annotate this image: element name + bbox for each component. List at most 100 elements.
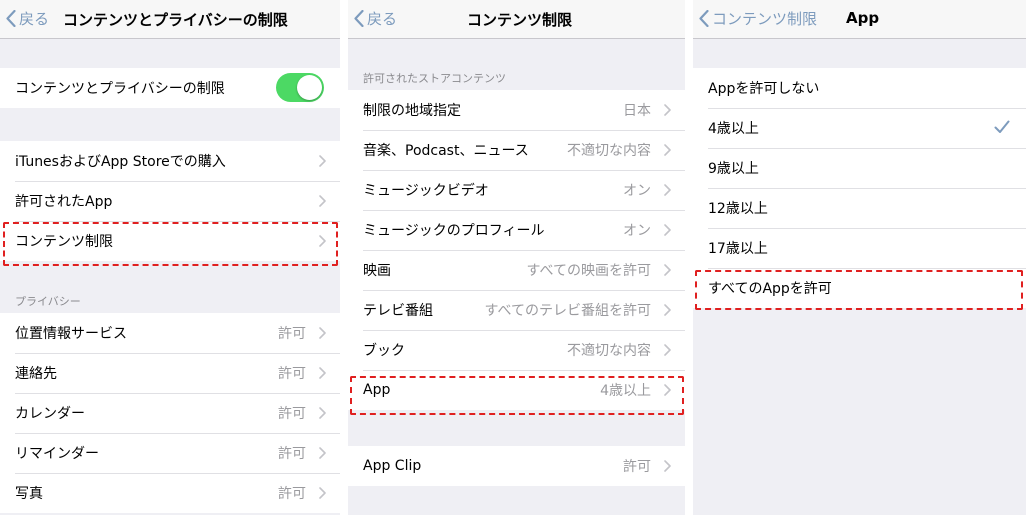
- list-item-label: 音楽、Podcast、ニュース: [363, 143, 529, 159]
- list-item-value: 不適切な内容: [567, 343, 651, 359]
- chevron-right-icon: [664, 264, 671, 276]
- chevron-right-icon: [319, 447, 326, 459]
- list-item[interactable]: 許可されたApp: [0, 181, 340, 221]
- list-item[interactable]: 制限の地域指定 日本: [348, 90, 685, 130]
- list-item-label: iTunesおよびApp Storeでの購入: [15, 154, 226, 170]
- list-item-label: 位置情報サービス: [15, 326, 127, 342]
- list-item-app[interactable]: App 4歳以上: [348, 370, 685, 410]
- list-item-value: 許可: [278, 406, 306, 422]
- list-item-value: 日本: [623, 103, 651, 119]
- list-item-label: ブック: [363, 343, 405, 359]
- list-item-value: 許可: [278, 446, 306, 462]
- list-item-value: すべての映画を許可: [526, 263, 651, 279]
- list-item-label: ミュージックのプロフィール: [363, 223, 545, 239]
- option-label: 9歳以上: [708, 161, 759, 177]
- option-label: 12歳以上: [708, 201, 768, 217]
- chevron-right-icon: [319, 407, 326, 419]
- list-item-label: 映画: [363, 263, 391, 279]
- option-label: 4歳以上: [708, 121, 759, 137]
- list-item-value: 許可: [278, 366, 306, 382]
- chevron-right-icon: [664, 144, 671, 156]
- chevron-right-icon: [319, 155, 326, 167]
- list-item-label: コンテンツ制限: [15, 234, 113, 250]
- list-item[interactable]: カレンダー 許可: [0, 393, 340, 433]
- list-item-value: 許可: [278, 326, 306, 342]
- chevron-right-icon: [664, 344, 671, 356]
- chevron-right-icon: [664, 460, 671, 472]
- panel-app-rating: コンテンツ制限 App Appを許可しない 4歳以上 9歳以上 12歳以上 17…: [693, 0, 1026, 515]
- settings-group: iTunesおよびApp Storeでの購入 許可されたApp コンテンツ制限: [0, 141, 340, 261]
- back-button[interactable]: 戻る: [6, 8, 49, 29]
- option-item-allow-all[interactable]: すべてのAppを許可: [693, 268, 1026, 308]
- list-item-label: 連絡先: [15, 366, 57, 382]
- list-item-content-restrictions[interactable]: コンテンツ制限: [0, 221, 340, 261]
- option-item[interactable]: 4歳以上: [693, 108, 1026, 148]
- chevron-right-icon: [319, 487, 326, 499]
- back-button[interactable]: コンテンツ制限: [699, 8, 817, 29]
- chevron-right-icon: [664, 384, 671, 396]
- store-content-group: 制限の地域指定 日本 音楽、Podcast、ニュース 不適切な内容 ミュージック…: [348, 90, 685, 410]
- list-item[interactable]: ブック 不適切な内容: [348, 330, 685, 370]
- list-item[interactable]: リマインダー 許可: [0, 433, 340, 473]
- panel-privacy-restrictions: 戻る コンテンツとプライバシーの制限 コンテンツとプライバシーの制限 iTune…: [0, 0, 340, 515]
- list-item-app-clip[interactable]: App Clip 許可: [348, 446, 685, 486]
- nav-bar: 戻る コンテンツ制限: [348, 0, 685, 39]
- list-item-label: カレンダー: [15, 406, 85, 422]
- list-item-value: すべてのテレビ番組を許可: [484, 303, 651, 319]
- appclip-group: App Clip 許可: [348, 446, 685, 486]
- back-button[interactable]: 戻る: [354, 8, 397, 29]
- list-item-value: オン: [623, 183, 651, 199]
- toggle-row-label: コンテンツとプライバシーの制限: [15, 81, 225, 97]
- section-header-privacy: プライバシー: [15, 295, 81, 308]
- option-label: 17歳以上: [708, 241, 768, 257]
- list-item-label: ミュージックビデオ: [363, 183, 489, 199]
- privacy-group: 位置情報サービス 許可 連絡先 許可 カレンダー 許可 リマインダー 許可 写真…: [0, 313, 340, 513]
- list-item-label: App: [363, 382, 391, 398]
- toggle-row: コンテンツとプライバシーの制限: [0, 68, 340, 108]
- list-item[interactable]: 映画 すべての映画を許可: [348, 250, 685, 290]
- toggle-group: コンテンツとプライバシーの制限: [0, 68, 340, 108]
- chevron-right-icon: [319, 367, 326, 379]
- chevron-left-icon: [354, 10, 364, 27]
- page-title: App: [846, 9, 880, 27]
- option-item[interactable]: Appを許可しない: [693, 68, 1026, 108]
- page-title: コンテンツ制限: [467, 11, 573, 29]
- list-item-label: テレビ番組: [363, 303, 433, 319]
- list-item[interactable]: ミュージックビデオ オン: [348, 170, 685, 210]
- list-item-value: 不適切な内容: [567, 143, 651, 159]
- option-item[interactable]: 12歳以上: [693, 188, 1026, 228]
- list-item-label: App Clip: [363, 458, 422, 474]
- chevron-right-icon: [664, 304, 671, 316]
- page-title: コンテンツとプライバシーの制限: [63, 11, 288, 29]
- app-rating-options: Appを許可しない 4歳以上 9歳以上 12歳以上 17歳以上 すべてのAppを…: [693, 68, 1026, 308]
- option-label: すべてのAppを許可: [708, 281, 832, 297]
- panel-content-restrictions: 戻る コンテンツ制限 許可されたストアコンテンツ 制限の地域指定 日本 音楽、P…: [348, 0, 685, 515]
- list-item[interactable]: テレビ番組 すべてのテレビ番組を許可: [348, 290, 685, 330]
- chevron-right-icon: [664, 184, 671, 196]
- option-item[interactable]: 17歳以上: [693, 228, 1026, 268]
- chevron-right-icon: [664, 224, 671, 236]
- chevron-right-icon: [319, 327, 326, 339]
- chevron-right-icon: [319, 195, 326, 207]
- restrictions-toggle[interactable]: [276, 73, 324, 102]
- list-item[interactable]: 位置情報サービス 許可: [0, 313, 340, 353]
- toggle-knob: [297, 75, 322, 100]
- chevron-right-icon: [319, 235, 326, 247]
- back-label: 戻る: [19, 10, 50, 28]
- list-item-value: 4歳以上: [600, 383, 651, 399]
- list-item[interactable]: ミュージックのプロフィール オン: [348, 210, 685, 250]
- list-item[interactable]: 連絡先 許可: [0, 353, 340, 393]
- chevron-right-icon: [664, 104, 671, 116]
- list-item-value: 許可: [278, 486, 306, 502]
- list-item[interactable]: 音楽、Podcast、ニュース 不適切な内容: [348, 130, 685, 170]
- back-label: 戻る: [367, 10, 398, 28]
- checkmark-icon: [994, 120, 1010, 133]
- option-label: Appを許可しない: [708, 81, 820, 97]
- list-item-value: 許可: [623, 459, 651, 475]
- list-item-label: 写真: [15, 486, 43, 502]
- option-item[interactable]: 9歳以上: [693, 148, 1026, 188]
- list-item[interactable]: 写真 許可: [0, 473, 340, 513]
- list-item-label: リマインダー: [15, 446, 99, 462]
- nav-bar: 戻る コンテンツとプライバシーの制限: [0, 0, 340, 39]
- list-item[interactable]: iTunesおよびApp Storeでの購入: [0, 141, 340, 181]
